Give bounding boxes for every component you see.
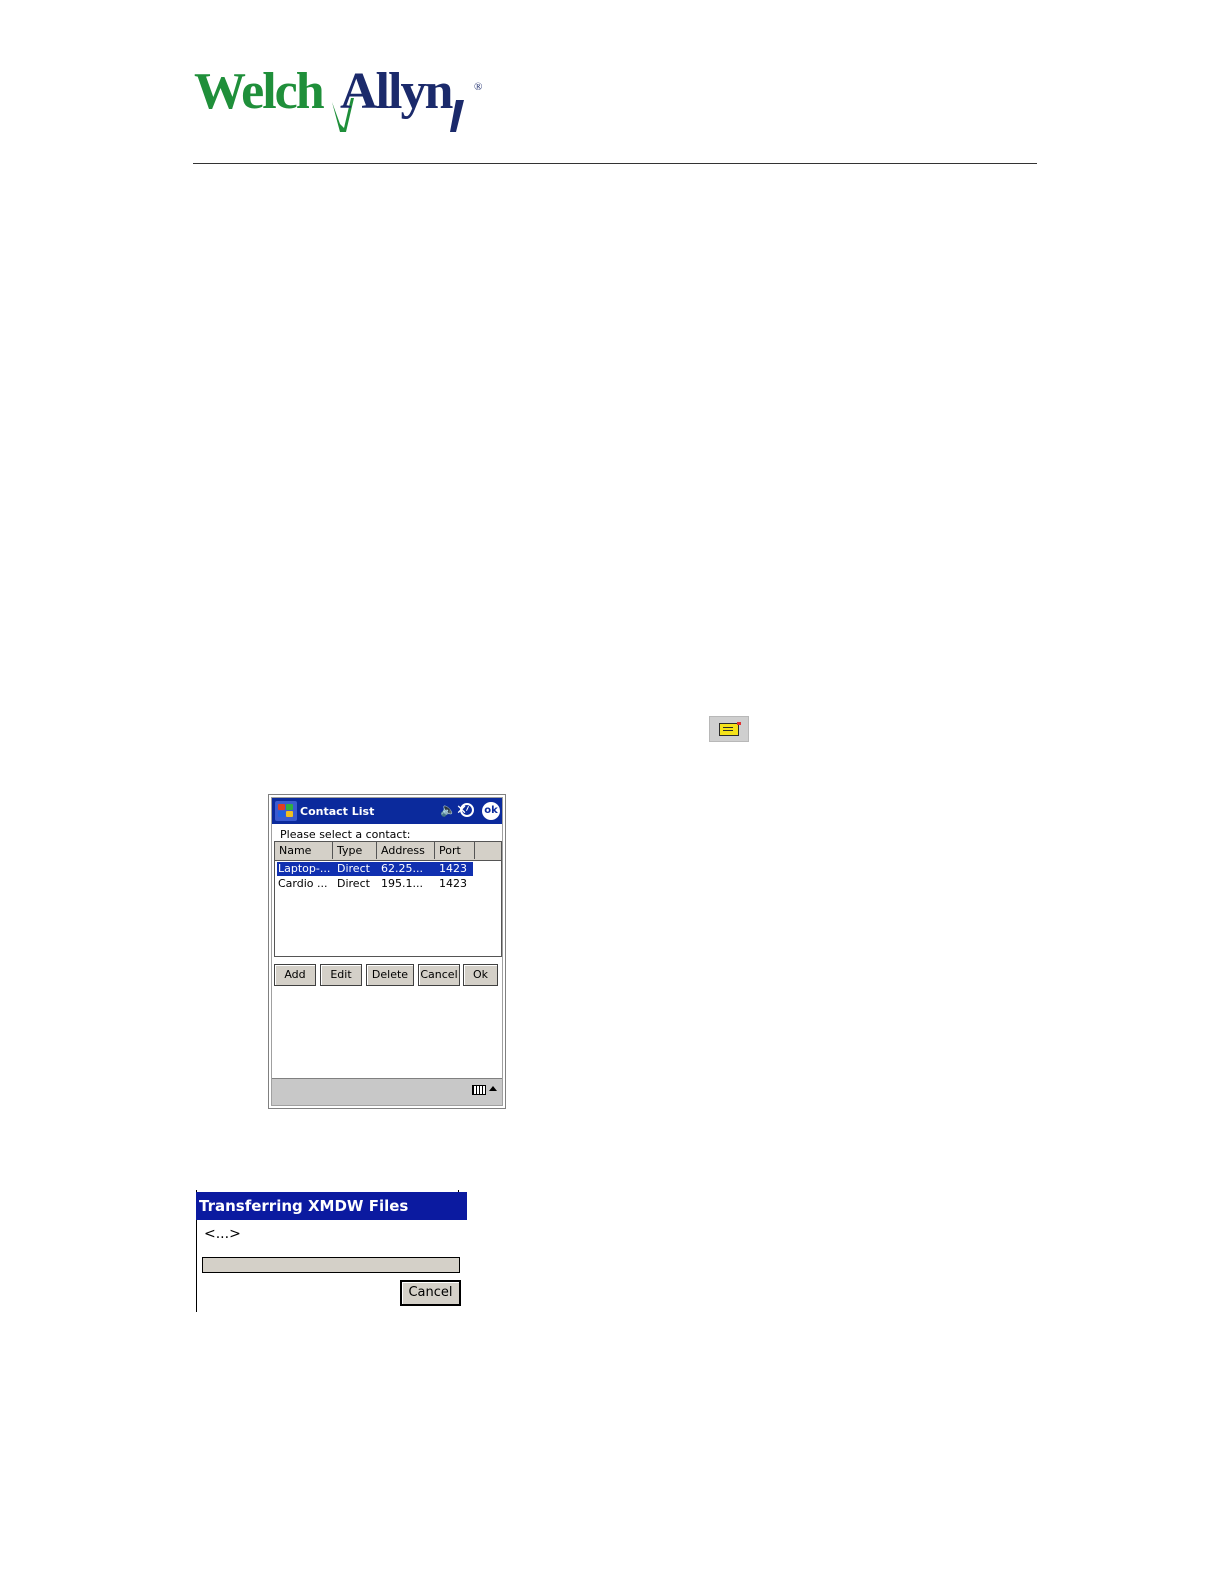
- envelope-icon: [719, 723, 739, 736]
- contact-name: Cardio ...: [278, 877, 328, 890]
- edit-button[interactable]: Edit: [320, 964, 362, 986]
- contact-name: Laptop-...: [278, 862, 331, 875]
- contact-address: 195.1...: [381, 877, 423, 890]
- contact-port: 1423: [439, 877, 467, 890]
- svg-text:Allyn: Allyn: [340, 63, 453, 120]
- cancel-button[interactable]: Cancel: [418, 964, 460, 986]
- contact-row[interactable]: Laptop-... Direct 62.25... 1423: [276, 861, 474, 877]
- contact-list-titlebar: Contact List 🔈✕ ok: [272, 798, 502, 824]
- transfer-cancel-button[interactable]: Cancel: [400, 1280, 461, 1306]
- column-header-address[interactable]: Address: [377, 842, 435, 859]
- clock-icon[interactable]: [460, 803, 474, 817]
- welch-allyn-logo: Welch Allyn ®: [194, 62, 494, 134]
- contact-address: 62.25...: [381, 862, 423, 875]
- transfer-progress-bar: [202, 1257, 460, 1273]
- contact-list-view[interactable]: Name Type Address Port Laptop-... Direct…: [274, 841, 502, 957]
- add-button[interactable]: Add: [274, 964, 316, 986]
- svg-text:Welch: Welch: [194, 63, 325, 120]
- ok-button[interactable]: Ok: [463, 964, 498, 986]
- windows-start-icon[interactable]: [275, 801, 297, 821]
- contact-port: 1423: [439, 862, 467, 875]
- send-icon: [709, 716, 749, 742]
- contact-list-header: Name Type Address Port: [275, 842, 501, 861]
- contact-type: Direct: [337, 877, 370, 890]
- transfer-dialog-title: Transferring XMDW Files: [196, 1192, 467, 1220]
- column-header-name[interactable]: Name: [275, 842, 333, 859]
- transfer-status: <...>: [204, 1226, 241, 1242]
- ok-close-button[interactable]: ok: [482, 802, 500, 820]
- column-header-port[interactable]: Port: [435, 842, 475, 859]
- delete-button[interactable]: Delete: [366, 964, 414, 986]
- column-header-type[interactable]: Type: [333, 842, 377, 859]
- svg-text:®: ®: [474, 81, 482, 93]
- contact-prompt: Please select a contact:: [280, 828, 411, 841]
- contact-list-title: Contact List: [300, 805, 375, 818]
- input-panel-arrow-icon[interactable]: [489, 1086, 497, 1091]
- contact-type: Direct: [337, 862, 370, 875]
- contact-row[interactable]: Cardio ... Direct 195.1... 1423: [277, 877, 473, 891]
- contact-list-screenshot: Contact List 🔈✕ ok Please select a conta…: [268, 794, 506, 1109]
- pda-menu-bar: [272, 1078, 502, 1105]
- header-divider: [193, 163, 1037, 164]
- transfer-dialog: Transferring XMDW Files <...> Cancel: [196, 1190, 468, 1312]
- keyboard-icon[interactable]: [472, 1085, 486, 1095]
